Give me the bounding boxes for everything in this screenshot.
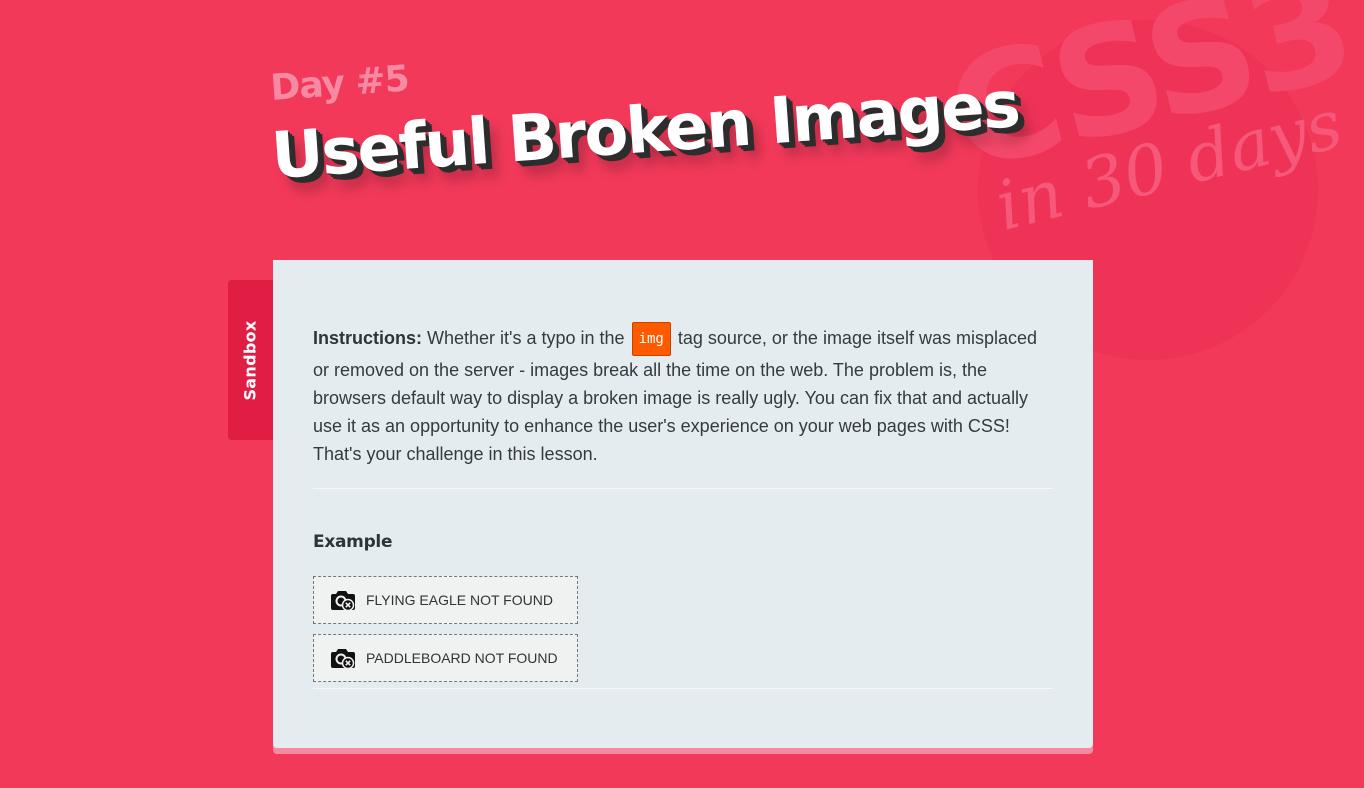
broken-camera-icon	[331, 649, 355, 670]
broken-image-flying-eagle: Flying eagle not found	[313, 576, 578, 624]
instructions-after: tag source, or the image itself was misp…	[313, 327, 1038, 464]
day-label: Day #5	[269, 58, 410, 109]
sandbox-tab[interactable]: Sandbox	[228, 280, 273, 440]
broken-image-alt-text: Flying eagle not found	[366, 592, 553, 608]
divider-top	[313, 488, 1053, 489]
lesson-card: Instructions: Whether it's a typo in the…	[273, 260, 1093, 748]
broken-camera-icon	[331, 591, 355, 612]
divider-bottom	[313, 688, 1053, 689]
instructions-before: Whether it's a typo in the	[422, 327, 630, 348]
img-code-tag: img	[631, 322, 671, 356]
instructions-text: Instructions: Whether it's a typo in the…	[313, 322, 1053, 468]
instructions-label: Instructions:	[313, 327, 423, 348]
broken-image-paddleboard: Paddleboard not found	[313, 634, 578, 682]
sandbox-tab-label: Sandbox	[241, 319, 260, 401]
broken-image-alt-text: Paddleboard not found	[366, 650, 558, 666]
example-heading: Example	[313, 532, 393, 552]
